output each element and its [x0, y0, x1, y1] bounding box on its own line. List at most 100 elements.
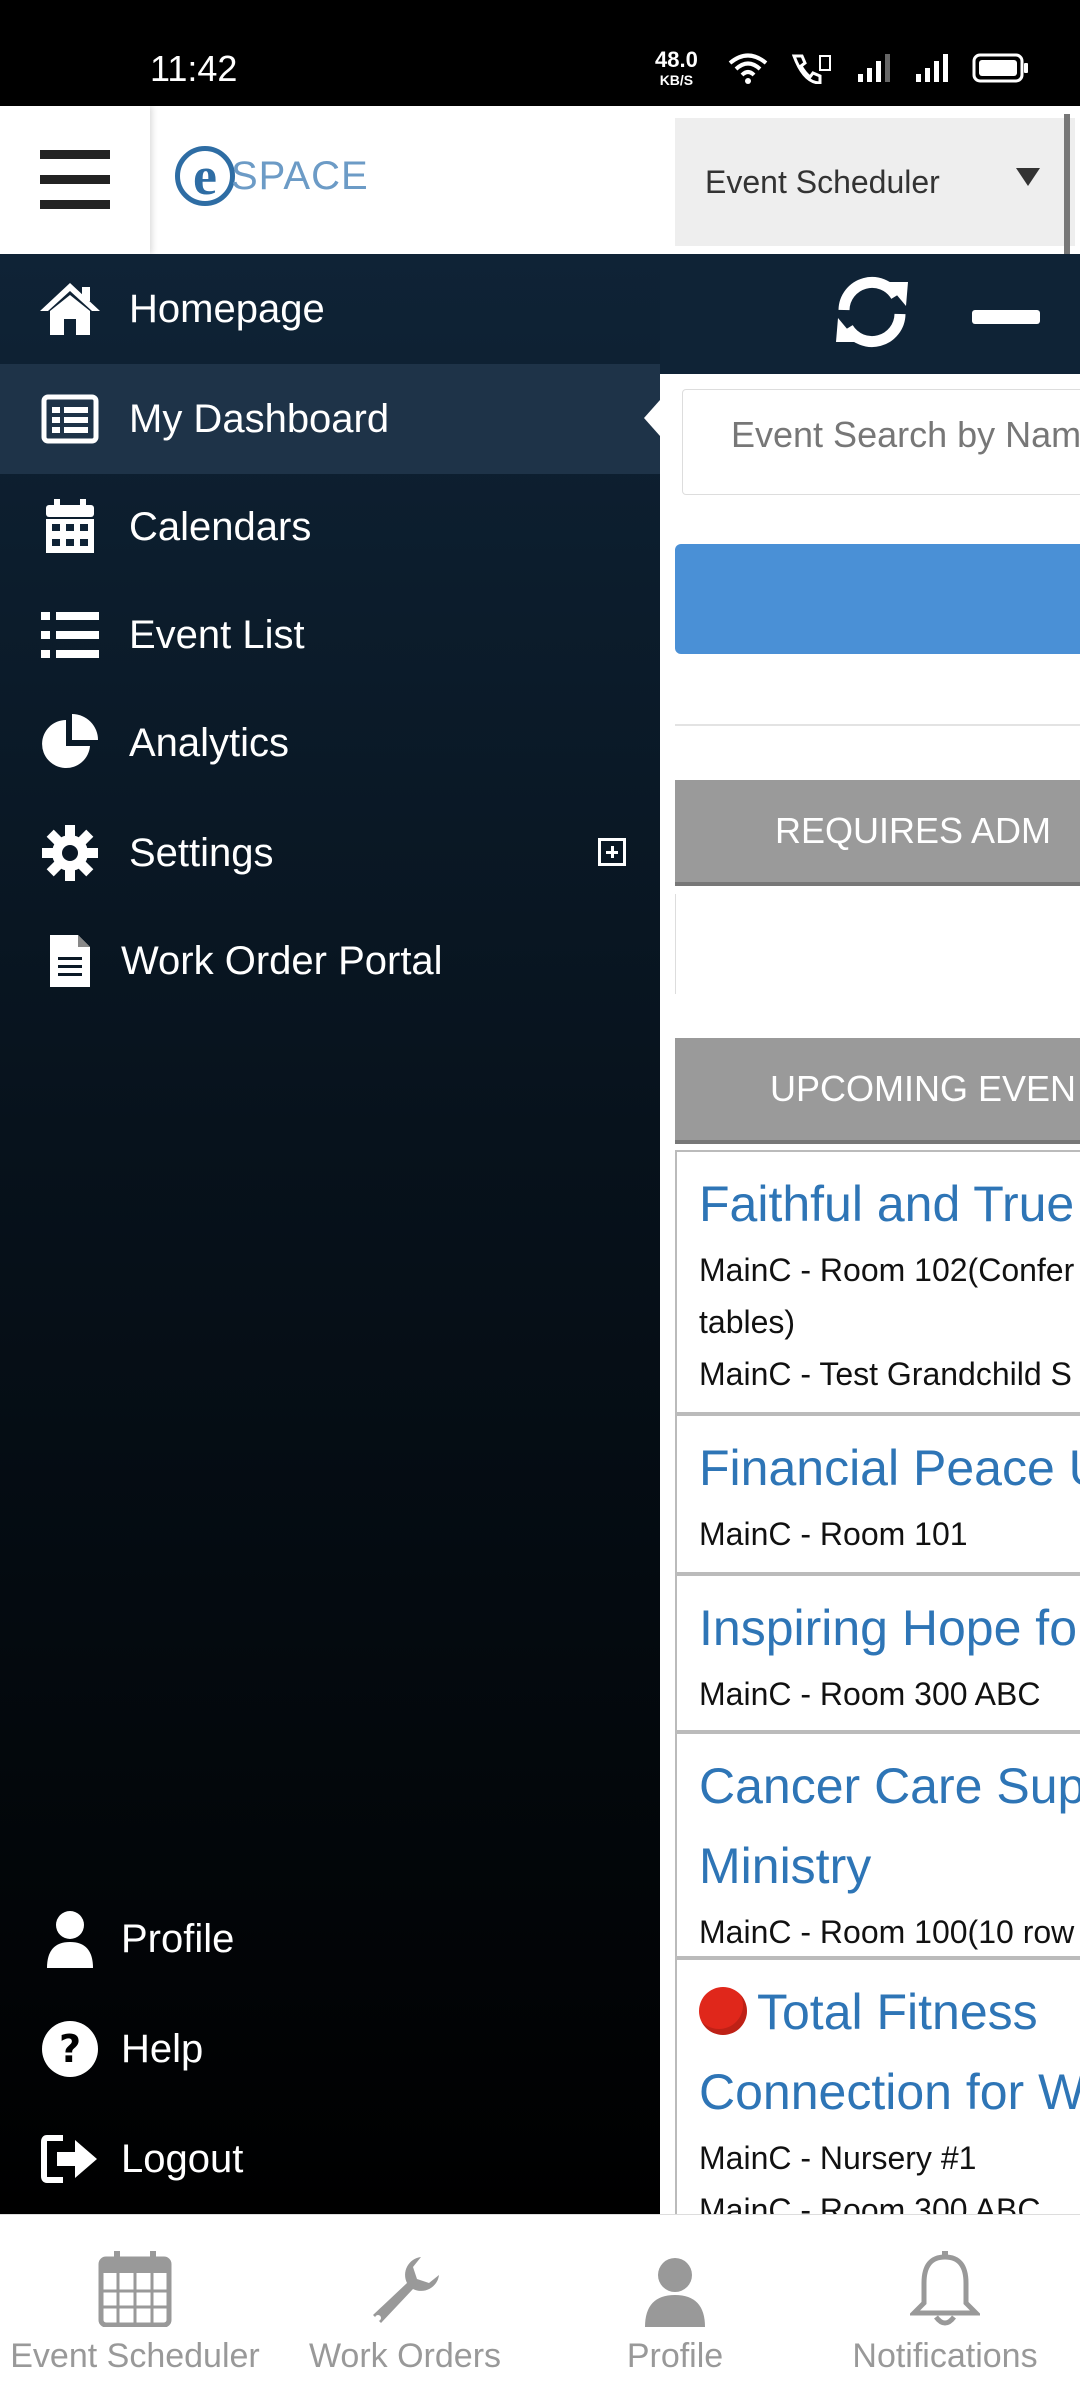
nav-item-analytics[interactable]: Analytics	[0, 688, 660, 798]
nav-item-settings[interactable]: Settings	[0, 798, 660, 908]
active-indicator	[644, 400, 660, 436]
volte-call-icon	[791, 54, 831, 84]
event-room: MainC - Room 101	[699, 1516, 968, 1552]
event-title-line2[interactable]: Ministry	[699, 1826, 1080, 1906]
document-icon	[35, 926, 105, 996]
requires-approval-panel	[675, 894, 1080, 994]
nav-label: Settings	[129, 830, 274, 875]
espace-logo: e SPACE	[175, 146, 369, 206]
app-selector-dropdown[interactable]: Event Scheduler	[675, 118, 1075, 246]
network-speed-unit: KB/S	[659, 72, 694, 88]
list-icon	[35, 600, 105, 670]
event-search-input[interactable]: Event Search by Nam	[682, 389, 1080, 495]
divider	[675, 724, 1080, 726]
event-room: MainC - Room 300 ABC	[699, 1676, 1041, 1712]
nav-item-homepage[interactable]: Homepage	[0, 254, 660, 364]
event-title[interactable]: Financial Peace U	[699, 1428, 1080, 1508]
event-room: tables)	[699, 1304, 796, 1340]
top-bar: e SPACE Event Scheduler	[0, 106, 1080, 254]
event-title[interactable]: Faithful and True	[699, 1164, 1080, 1244]
nav-item-work-order-portal[interactable]: Work Order Portal	[0, 906, 660, 1016]
calendar-icon	[35, 492, 105, 562]
nav-item-calendars[interactable]: Calendars	[0, 472, 660, 582]
nav-label: Analytics	[129, 720, 290, 765]
event-room: MainC - Test Grandchild S	[699, 1356, 1072, 1392]
bell-icon	[910, 2249, 980, 2327]
event-item[interactable]: Total Fitness Connection for W MainC - N…	[675, 1958, 1080, 2214]
requires-approval-header[interactable]: REQUIRES ADM	[675, 780, 1080, 886]
wifi-icon	[728, 53, 768, 84]
signal-icon-1	[858, 54, 890, 82]
refresh-icon	[836, 276, 908, 348]
user-icon	[35, 1904, 105, 1974]
nav-label: Work Order Portal	[121, 938, 443, 983]
event-item[interactable]: Faithful and True MainC - Room 102(Confe…	[675, 1150, 1080, 1414]
bottom-tab-label: Profile	[626, 2337, 724, 2375]
nav-label: My Dashboard	[129, 396, 390, 441]
expand-plus-icon[interactable]	[598, 838, 626, 866]
event-room: MainC - Room 300 ABC	[699, 2192, 1041, 2214]
nav-item-help[interactable]: ? Help	[0, 1994, 660, 2104]
menu-button[interactable]	[0, 106, 150, 254]
search-button[interactable]	[675, 544, 1080, 654]
hamburger-icon	[40, 150, 110, 209]
event-title[interactable]: Inspiring Hope fo	[699, 1588, 1080, 1668]
signal-icon-2	[916, 54, 948, 82]
nav-label: Logout	[121, 2136, 244, 2181]
nav-label: Help	[121, 2026, 204, 2071]
bottom-tab-notifications[interactable]: Notifications	[810, 2215, 1080, 2401]
event-title[interactable]: Total Fitness	[699, 1972, 1080, 2052]
upcoming-events-header[interactable]: UPCOMING EVEN	[675, 1038, 1080, 1144]
logout-icon	[35, 2124, 105, 2194]
wrench-icon	[369, 2249, 441, 2327]
nav-item-event-list[interactable]: Event List	[0, 580, 660, 690]
svg-text:?: ?	[59, 2027, 81, 2071]
calendar-icon	[98, 2249, 172, 2327]
event-room: MainC - Nursery #1	[699, 2140, 977, 2176]
event-room: MainC - Room 100(10 row	[699, 1914, 1075, 1950]
nav-label: Homepage	[129, 286, 325, 331]
home-icon	[35, 274, 105, 344]
red-circle-icon	[699, 1987, 747, 2035]
nav-item-profile[interactable]: Profile	[0, 1884, 660, 1994]
pie-chart-icon	[35, 708, 105, 778]
dashboard-icon	[35, 384, 105, 454]
app-selector-value: Event Scheduler	[705, 163, 940, 200]
event-title[interactable]: Cancer Care Supp	[699, 1746, 1080, 1826]
logo-letter: e	[175, 146, 235, 206]
event-item[interactable]: Cancer Care Supp Ministry MainC - Room 1…	[675, 1732, 1080, 1958]
nav-item-logout[interactable]: Logout	[0, 2104, 660, 2214]
bottom-tab-profile[interactable]: Profile	[540, 2215, 810, 2401]
minimize-button[interactable]	[972, 310, 1040, 324]
navigation-drawer: Homepage My Dashboard Calendars Event Li…	[0, 254, 660, 2214]
dropdown-arrow-icon	[1016, 168, 1040, 186]
content-toolbar	[660, 254, 1080, 374]
user-icon	[643, 2249, 707, 2327]
refresh-button[interactable]	[830, 270, 914, 359]
event-item[interactable]: Financial Peace U MainC - Room 101	[675, 1414, 1080, 1574]
event-title-text: Total Fitness	[757, 1984, 1038, 2040]
nav-item-my-dashboard[interactable]: My Dashboard	[0, 364, 660, 474]
status-time: 11:42	[150, 48, 238, 89]
bottom-tab-label: Work Orders	[308, 2337, 502, 2375]
bottom-tab-label: Notifications	[852, 2337, 1038, 2375]
main-content: Event Search by Nam REQUIRES ADM UPCOMIN…	[660, 254, 1080, 2214]
network-speed: 48.0 KB/S	[655, 47, 698, 90]
event-room: MainC - Room 102(Confer	[699, 1252, 1075, 1288]
status-bar: 11:42 48.0 KB/S	[0, 0, 1080, 106]
gear-icon	[35, 818, 105, 888]
event-item[interactable]: Inspiring Hope fo MainC - Room 300 ABC	[675, 1574, 1080, 1732]
battery-icon	[972, 53, 1028, 83]
bottom-tab-work-orders[interactable]: Work Orders	[270, 2215, 540, 2401]
nav-label: Calendars	[129, 504, 312, 549]
bottom-navigation: Event Scheduler Work Orders Profile Noti…	[0, 2214, 1080, 2401]
logo-text: SPACE	[231, 153, 369, 198]
network-speed-value: 48.0	[655, 47, 698, 72]
nav-label: Event List	[129, 612, 305, 657]
bottom-tab-label: Event Scheduler	[10, 2337, 260, 2375]
bottom-tab-event-scheduler[interactable]: Event Scheduler	[0, 2215, 270, 2401]
help-icon: ?	[35, 2014, 105, 2084]
status-icons	[728, 52, 1030, 84]
event-title-line2[interactable]: Connection for W	[699, 2052, 1080, 2132]
nav-label: Profile	[121, 1916, 235, 1961]
